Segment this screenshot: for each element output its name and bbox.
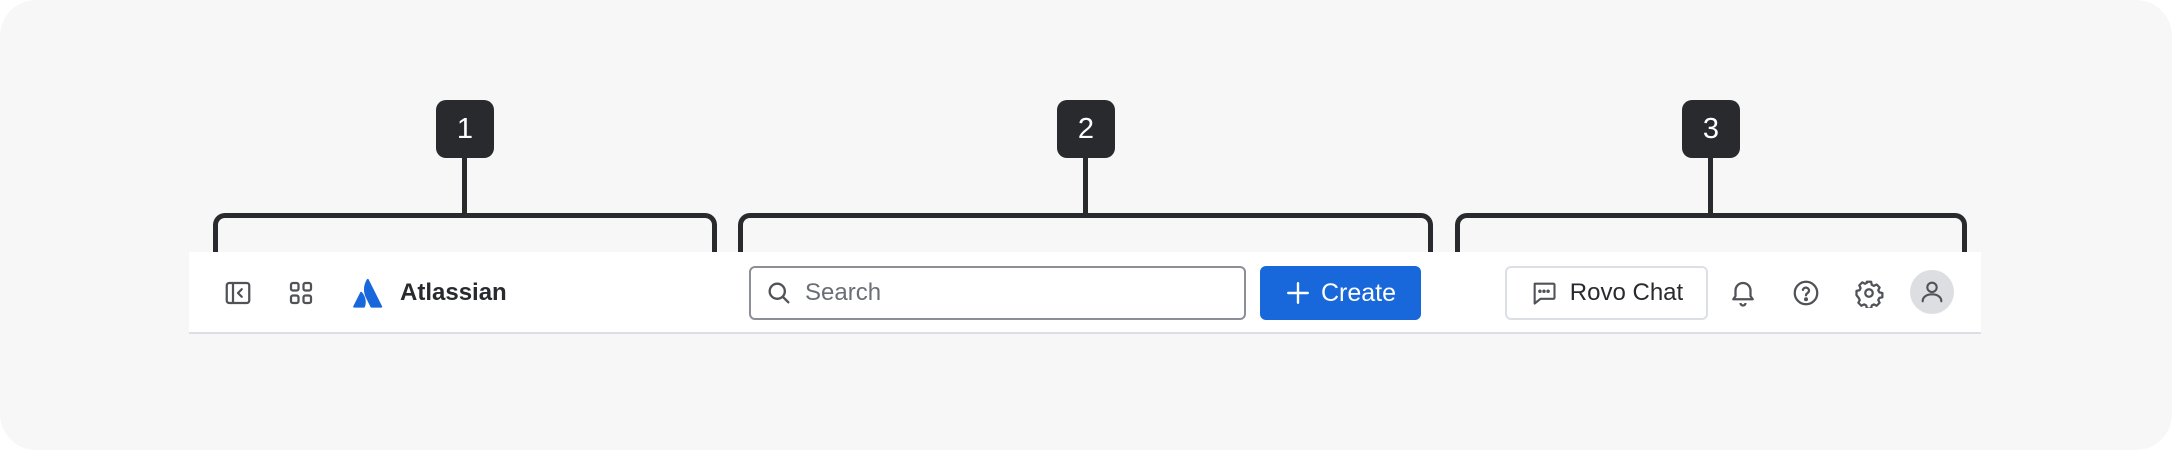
sidebar-collapse-icon — [225, 281, 251, 305]
profile-avatar[interactable] — [1910, 270, 1954, 314]
search-icon — [768, 282, 790, 304]
rovo-chat-label: Rovo Chat — [1569, 279, 1684, 306]
callout-number: 2 — [1077, 112, 1095, 145]
notifications-button[interactable] — [1718, 268, 1768, 318]
search-input[interactable]: Search — [749, 266, 1246, 320]
logo-wordmark: Atlassian — [400, 279, 507, 306]
canvas: 1 2 3 Atlassian Search Create Rovo Chat — [0, 0, 2172, 450]
app-switcher-button[interactable] — [276, 268, 326, 318]
sidebar-toggle-button[interactable] — [213, 268, 263, 318]
bell-icon — [1732, 281, 1754, 307]
chat-icon — [1533, 282, 1556, 305]
callout-number: 1 — [456, 112, 474, 145]
search-placeholder: Search — [805, 279, 882, 306]
callout-stem-2 — [1083, 158, 1088, 214]
rovo-chat-button[interactable]: Rovo Chat — [1505, 266, 1708, 320]
callout-stem-3 — [1708, 158, 1713, 214]
callout-number: 3 — [1702, 112, 1720, 145]
app-grid-icon — [289, 281, 313, 305]
callout-stem-1 — [462, 158, 467, 214]
create-button[interactable]: Create — [1260, 266, 1421, 320]
help-button[interactable] — [1781, 268, 1831, 318]
settings-button[interactable] — [1844, 268, 1894, 318]
help-icon — [1793, 280, 1819, 306]
gear-icon — [1855, 280, 1884, 308]
user-icon — [1921, 281, 1943, 303]
callout-marker-1: 1 — [436, 100, 494, 158]
create-button-label: Create — [1320, 278, 1397, 307]
atlassian-logo-icon — [353, 278, 383, 308]
callout-marker-2: 2 — [1057, 100, 1115, 158]
plus-icon — [1287, 282, 1309, 304]
atlassian-logo[interactable]: Atlassian — [352, 273, 507, 313]
top-navigation-bar: Atlassian Search Create Rovo Chat — [189, 252, 1981, 334]
callout-marker-3: 3 — [1682, 100, 1740, 158]
